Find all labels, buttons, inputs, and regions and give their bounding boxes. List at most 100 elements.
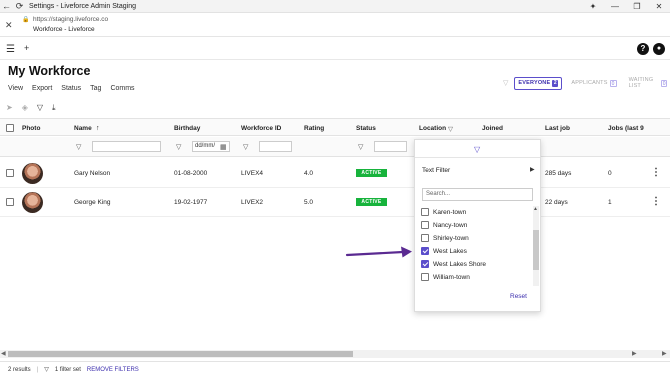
menu-view[interactable]: View	[8, 85, 23, 92]
row-menu-icon[interactable]: ⋮	[651, 196, 661, 207]
filter-icon[interactable]: ▽	[358, 143, 363, 151]
location-option[interactable]: West Lakes	[421, 245, 467, 257]
send-icon[interactable]: ➤	[6, 103, 13, 113]
sort-ascending-icon[interactable]: ↑	[96, 125, 100, 132]
notification-bell-icon[interactable]: ●	[653, 43, 665, 55]
workforce-id-filter-input[interactable]	[259, 141, 292, 152]
workforce-tabs: ▽ EVERYONE 2 APPLICANTS 0 WAITING LIST 0	[503, 75, 670, 91]
menu-comms[interactable]: Comms	[110, 85, 134, 92]
filters-set-count: 1 filter set	[54, 366, 81, 373]
url-text[interactable]: https://staging.liveforce.co	[33, 16, 108, 23]
list-scrollbar[interactable]: ▲	[533, 206, 539, 286]
minimize-icon[interactable]: —	[604, 0, 626, 13]
filter-icon[interactable]: ▽	[243, 143, 248, 151]
extension-icon[interactable]: ✦	[582, 0, 604, 13]
column-status[interactable]: Status	[356, 125, 376, 132]
help-icon[interactable]: ?	[637, 43, 649, 55]
cell-name[interactable]: George King	[74, 199, 111, 206]
page-title-text: Workforce - Liveforce	[33, 26, 95, 33]
scroll-right-icon[interactable]: ▶	[632, 350, 637, 357]
option-label: Karen-town	[433, 208, 467, 216]
close-window-icon[interactable]: ✕	[648, 0, 670, 13]
menu-status[interactable]: Status	[61, 85, 81, 92]
option-checkbox-checked[interactable]	[421, 260, 429, 268]
option-checkbox[interactable]	[421, 221, 429, 229]
cell-birthday: 19-02-1977	[174, 199, 208, 206]
tab-count: 2	[552, 79, 559, 87]
cell-workforce-id: LIVEX4	[241, 170, 264, 177]
cell-rating: 4.0	[304, 170, 314, 177]
column-filter-icon[interactable]: ▽	[448, 125, 453, 133]
table-row[interactable]: Gary Nelson 01-08-2000 LIVEX4 4.0 ACTIVE…	[0, 159, 670, 188]
option-checkbox-checked[interactable]	[421, 247, 429, 255]
column-last-job[interactable]: Last job	[545, 125, 570, 132]
horizontal-scrollbar[interactable]: ◀ ▶ ▶	[0, 350, 670, 358]
tab-label: WAITING LIST	[628, 77, 654, 89]
tab-waiting-list[interactable]: WAITING LIST 0	[626, 75, 670, 91]
row-menu-icon[interactable]: ⋮	[651, 167, 661, 178]
close-icon[interactable]: ✕	[5, 20, 13, 31]
column-rating[interactable]: Rating	[304, 125, 324, 132]
add-icon[interactable]: +	[24, 43, 29, 53]
back-arrow-icon[interactable]: ←	[0, 0, 13, 13]
filter-icon[interactable]: ▽	[176, 143, 181, 151]
grid-header: Photo Name ↑ Birthday Workforce ID Ratin…	[0, 118, 670, 136]
cell-last-job: 285 days	[545, 170, 572, 177]
location-option[interactable]: Shirley-town	[421, 232, 469, 244]
download-icon[interactable]: ⤓	[52, 103, 56, 113]
scroll-left-icon[interactable]: ◀	[1, 350, 6, 357]
cell-jobs: 1	[608, 199, 612, 206]
location-option[interactable]: Karen-town	[421, 206, 466, 218]
reset-button[interactable]: Reset	[510, 293, 527, 300]
scrollbar-thumb[interactable]	[533, 230, 539, 270]
scroll-up-icon[interactable]: ▲	[533, 206, 538, 212]
tab-everyone[interactable]: EVERYONE 2	[514, 76, 563, 90]
location-option[interactable]: Nancy-town	[421, 219, 467, 231]
option-checkbox[interactable]	[421, 208, 429, 216]
window-titlebar: ← ⟳ Settings - Liveforce Admin Staging ✦…	[0, 0, 670, 13]
refresh-icon[interactable]: ⟳	[13, 0, 26, 13]
row-checkbox[interactable]	[6, 198, 14, 206]
column-photo[interactable]: Photo	[22, 125, 40, 132]
filter-icon[interactable]: ▽	[503, 79, 508, 87]
row-checkbox[interactable]	[6, 169, 14, 177]
results-count: 2 results	[8, 366, 31, 373]
chevron-right-icon[interactable]: ▶	[530, 166, 535, 173]
option-checkbox[interactable]	[421, 273, 429, 281]
restore-icon[interactable]: ❐	[626, 0, 648, 13]
select-all-checkbox[interactable]	[6, 124, 14, 132]
remove-filters-link[interactable]: REMOVE FILTERS	[87, 367, 139, 373]
scrollbar-thumb[interactable]	[8, 351, 353, 357]
filter-icon[interactable]: ▽	[37, 103, 43, 113]
column-workforce-id[interactable]: Workforce ID	[241, 125, 281, 132]
hamburger-menu-icon[interactable]: ☰	[6, 44, 15, 55]
name-filter-input[interactable]	[92, 141, 161, 152]
column-name[interactable]: Name	[74, 125, 92, 132]
option-checkbox[interactable]	[421, 234, 429, 242]
column-birthday[interactable]: Birthday	[174, 125, 200, 132]
calendar-icon[interactable]: ▦	[220, 143, 227, 151]
tag-icon[interactable]: ◈	[22, 103, 28, 113]
location-option[interactable]: West Lakes Shore	[421, 258, 486, 270]
option-label: Nancy-town	[433, 221, 468, 229]
status-filter-input[interactable]	[374, 141, 407, 152]
app-header: ☰ + ? ●	[0, 38, 670, 60]
filter-icon[interactable]: ▽	[474, 145, 480, 154]
cell-name[interactable]: Gary Nelson	[74, 170, 110, 177]
scroll-right-icon[interactable]: ▶	[662, 350, 667, 357]
column-jobs[interactable]: Jobs (last 9	[608, 125, 644, 132]
cell-birthday: 01-08-2000	[174, 170, 208, 177]
filter-icon[interactable]: ▽	[76, 143, 81, 151]
menu-export[interactable]: Export	[32, 85, 52, 92]
column-joined[interactable]: Joined	[482, 125, 503, 132]
text-filter-menu[interactable]: Text Filter	[422, 167, 450, 174]
search-input[interactable]: Search...	[422, 188, 533, 201]
table-row[interactable]: George King 19-02-1977 LIVEX2 5.0 ACTIVE…	[0, 188, 670, 217]
menu-tag[interactable]: Tag	[90, 85, 101, 92]
option-label: West Lakes Shore	[433, 260, 486, 268]
address-bar: ✕ 🔒 https://staging.liveforce.co Workfor…	[0, 13, 670, 37]
location-option[interactable]: William-town	[421, 271, 470, 283]
column-location[interactable]: Location	[419, 125, 446, 132]
tab-count: 0	[660, 79, 667, 87]
tab-applicants[interactable]: APPLICANTS 0	[568, 78, 619, 89]
